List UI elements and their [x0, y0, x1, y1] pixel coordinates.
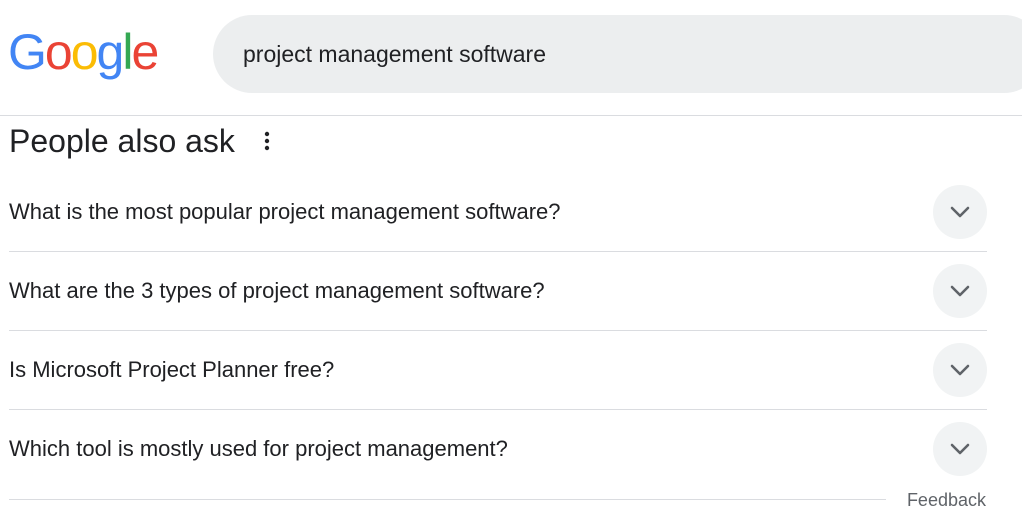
people-also-ask-header: People also ask: [9, 118, 279, 164]
logo-letter: l: [122, 24, 133, 80]
logo-letter: g: [96, 24, 125, 80]
chevron-down-icon: [950, 364, 970, 376]
expand-button[interactable]: [933, 422, 987, 476]
expand-button[interactable]: [933, 185, 987, 239]
google-logo[interactable]: Google: [8, 24, 159, 80]
feedback-link[interactable]: Feedback: [907, 489, 986, 511]
expand-button[interactable]: [933, 343, 987, 397]
question-row[interactable]: Is Microsoft Project Planner free?: [9, 331, 987, 410]
logo-letter: G: [8, 24, 47, 80]
question-row[interactable]: What are the 3 types of project manageme…: [9, 252, 987, 331]
divider: [9, 499, 886, 500]
question-row[interactable]: Which tool is mostly used for project ma…: [9, 410, 987, 488]
search-header: Google: [0, 0, 1022, 116]
logo-letter: o: [44, 24, 73, 80]
more-vert-icon[interactable]: [255, 129, 279, 153]
chevron-down-icon: [950, 206, 970, 218]
question-text: What are the 3 types of project manageme…: [9, 278, 545, 303]
people-also-ask-title: People also ask: [9, 123, 235, 159]
chevron-down-icon: [950, 285, 970, 297]
question-text: Is Microsoft Project Planner free?: [9, 357, 335, 382]
logo-letter: o: [70, 24, 99, 80]
chevron-down-icon: [950, 443, 970, 455]
search-box[interactable]: [213, 15, 1022, 93]
question-text: What is the most popular project managem…: [9, 199, 561, 224]
question-row[interactable]: What is the most popular project managem…: [9, 173, 987, 252]
search-input[interactable]: [243, 34, 943, 74]
question-list: What is the most popular project managem…: [9, 173, 987, 488]
question-text: Which tool is mostly used for project ma…: [9, 436, 508, 461]
expand-button[interactable]: [933, 264, 987, 318]
logo-letter: e: [131, 24, 159, 80]
